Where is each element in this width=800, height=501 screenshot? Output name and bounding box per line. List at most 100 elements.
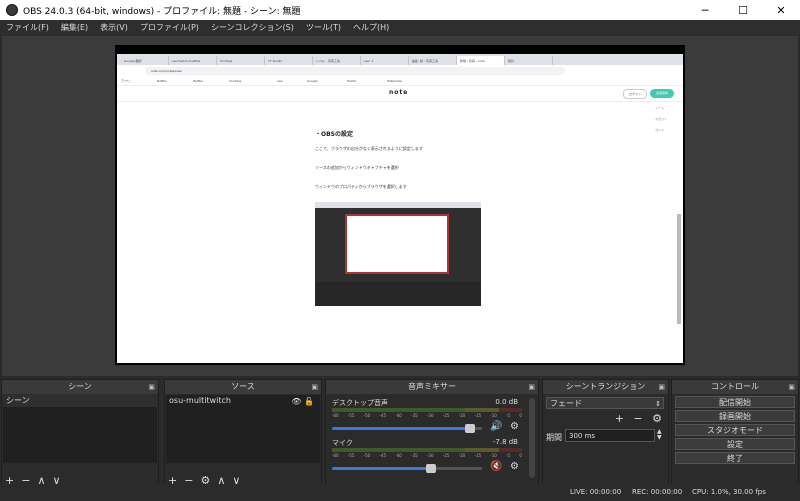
meter-ticks: -60 -55 -50 -45 -40 -35 -30 -25 -20 -15 -10 -5 0 xyxy=(332,453,522,458)
note-paragraph: ここで、ブラウザの自分がなく表示されるように設定します xyxy=(315,146,423,151)
undock-icon[interactable]: ▣ xyxy=(311,380,318,394)
sources-title: ソース xyxy=(231,382,255,391)
browser-tab: レベル - 写真工房 xyxy=(313,56,361,65)
transitions-title: シーントランジション xyxy=(565,382,646,391)
note-heading: ・OBSの設定 xyxy=(315,131,353,138)
duration-spinner[interactable]: ▲ ▼ xyxy=(657,429,662,441)
transition-properties-button[interactable]: ⚙ xyxy=(652,412,662,425)
obs-logo-icon xyxy=(6,4,18,16)
menu-edit[interactable]: 編集(E) xyxy=(61,22,88,33)
duration-label: 期間 xyxy=(546,433,562,442)
note-side-item: ノート xyxy=(655,106,665,110)
source-item[interactable]: osu-multitwitch 👁 🔓 xyxy=(166,395,320,407)
bookmark: Wikipedia xyxy=(387,79,402,83)
browser-scrollbar xyxy=(677,214,681,324)
source-list[interactable]: osu-multitwitch 👁 🔓 xyxy=(166,395,320,463)
mixer-scrollbar[interactable] xyxy=(529,398,535,478)
mixer-channel-desktop: デスクトップ音声 0.0 dB -60 -55 -50 -45 -40 -35 -30 -25… xyxy=(328,398,528,438)
maximize-button[interactable]: ☐ xyxy=(724,0,762,20)
undock-icon[interactable]: ▣ xyxy=(528,380,535,394)
settings-button[interactable]: 設定 xyxy=(675,438,795,450)
controls-dock: コントロール ▣ 配信開始 録画開始 スタジオモード 設定 終了 xyxy=(671,379,799,491)
bookmark: アプリ xyxy=(121,79,131,83)
status-bar: LIVE: 00:00:00 REC: 00:00:00 CPU: 1.0%, … xyxy=(0,484,800,501)
window-title: OBS 24.0.3 (64-bit, windows) - プロファイル: 無… xyxy=(23,6,301,17)
meter-ticks: -60 -55 -50 -45 -40 -35 -30 -25 -20 -15 -10 -5 0 xyxy=(332,413,522,418)
bookmark: Netflix xyxy=(157,79,167,83)
transition-selected: フェード xyxy=(550,399,582,408)
bookmark: Twitch xyxy=(347,79,357,83)
cpu-fps: CPU: 1.0%, 30.00 fps xyxy=(692,488,766,496)
scenes-dock: シーン ▣ シーン + − ∧ ∨ xyxy=(1,379,159,491)
menu-bar: ファイル(F) 編集(E) 表示(V) プロファイル(P) シーンコレクション(… xyxy=(0,20,800,35)
audio-mixer-dock: 音声ミキサー ▣ デスクトップ音声 0.0 dB -60 -55 -50 -45 -40-… xyxy=(325,379,539,491)
bookmark: YouTube xyxy=(229,79,242,83)
duration-input[interactable]: 300 ms xyxy=(565,429,655,442)
menu-help[interactable]: ヘルプ(H) xyxy=(353,22,389,33)
muted-speaker-icon[interactable]: 🔇 xyxy=(490,461,502,472)
volume-slider[interactable] xyxy=(332,424,482,433)
menu-view[interactable]: 表示(V) xyxy=(100,22,128,33)
browser-tab: Google 翻訳 xyxy=(121,56,169,65)
add-transition-button[interactable]: + xyxy=(615,412,624,425)
lock-icon[interactable]: 🔓 xyxy=(304,397,314,406)
note-paragraph: ソースの追加からウィンドウキャプチャを選択 xyxy=(315,165,399,170)
channel-db: 0.0 dB xyxy=(495,398,518,406)
captured-browser-window: Google 翻訳 osu!twitch-multitw YouTube YT … xyxy=(117,54,683,363)
channel-name: デスクトップ音声 xyxy=(332,399,388,407)
note-paragraph: ウィンドウのプロパティからブラウザを選択します xyxy=(315,184,407,189)
scene-transitions-dock: シーントランジション ▣ フェード ⇕ + − ⚙ 期間 300 ms ▲ ▼ xyxy=(542,379,669,491)
bookmark: Twitter xyxy=(193,79,204,83)
scene-item[interactable]: シーン xyxy=(3,395,157,407)
menu-file[interactable]: ファイル(F) xyxy=(6,22,49,33)
undock-icon[interactable]: ▣ xyxy=(658,380,665,394)
speaker-icon[interactable]: 🔊 xyxy=(490,421,502,432)
bookmark: Google xyxy=(307,79,318,83)
note-side-item: マガジン xyxy=(655,117,668,121)
studio-mode-button[interactable]: スタジオモード xyxy=(675,424,795,436)
menu-scene-collection[interactable]: シーンコレクション(S) xyxy=(211,22,294,33)
transition-select[interactable]: フェード ⇕ xyxy=(546,397,664,409)
browser-tab: 編集: 動・写真工房 xyxy=(409,56,457,65)
start-recording-button[interactable]: 録画開始 xyxy=(675,410,795,422)
rec-timer: REC: 00:00:00 xyxy=(632,488,683,496)
note-header: note ログイン 会員登録 xyxy=(117,85,683,102)
spinner-icon: ⇕ xyxy=(655,400,661,408)
scene-list[interactable]: シーン xyxy=(3,395,157,463)
remove-transition-button[interactable]: − xyxy=(633,412,642,425)
undock-icon[interactable]: ▣ xyxy=(788,380,795,394)
close-button[interactable]: ✕ xyxy=(762,0,800,20)
bookmark: osu! xyxy=(277,79,284,83)
exit-button[interactable]: 終了 xyxy=(675,452,795,464)
note-register-button: 会員登録 xyxy=(650,89,674,98)
source-name: osu-multitwitch xyxy=(169,396,231,405)
browser-tab-strip: Google 翻訳 osu!twitch-multitw YouTube YT … xyxy=(117,54,683,65)
sources-dock: ソース ▣ osu-multitwitch 👁 🔓 + − ⚙ ∧ ∨ xyxy=(164,379,322,491)
browser-tab-active: 新規 / 写真 - note xyxy=(457,56,505,65)
title-bar: OBS 24.0.3 (64-bit, windows) - プロファイル: 無… xyxy=(0,0,800,20)
browser-tab: 統計 xyxy=(505,56,553,65)
gear-icon[interactable]: ⚙ xyxy=(510,421,519,432)
channel-name: マイク xyxy=(332,439,353,447)
volume-meter xyxy=(332,448,522,452)
embedded-screenshot-image xyxy=(315,202,481,306)
browser-tab: osu! 1 xyxy=(361,56,409,65)
note-logo: note xyxy=(389,89,409,96)
undock-icon[interactable]: ▣ xyxy=(148,380,155,394)
browser-url: note.com/notes/new xyxy=(145,67,565,75)
minimize-button[interactable]: ─ xyxy=(686,0,724,20)
controls-title: コントロール xyxy=(711,382,759,391)
volume-meter xyxy=(332,408,522,412)
start-streaming-button[interactable]: 配信開始 xyxy=(675,396,795,408)
menu-tools[interactable]: ツール(T) xyxy=(306,22,341,33)
browser-tab: YT Studio xyxy=(265,56,313,65)
gear-icon[interactable]: ⚙ xyxy=(510,461,519,472)
note-login-button: ログイン xyxy=(623,89,647,99)
note-side-item: ガイド xyxy=(655,128,665,132)
browser-tab: osu!twitch-multitw xyxy=(169,56,217,65)
volume-slider[interactable] xyxy=(332,464,482,473)
eye-icon[interactable]: 👁 xyxy=(291,397,301,406)
mixer-title: 音声ミキサー xyxy=(408,382,456,391)
live-timer: LIVE: 00:00:00 xyxy=(570,488,622,496)
menu-profile[interactable]: プロファイル(P) xyxy=(140,22,199,33)
